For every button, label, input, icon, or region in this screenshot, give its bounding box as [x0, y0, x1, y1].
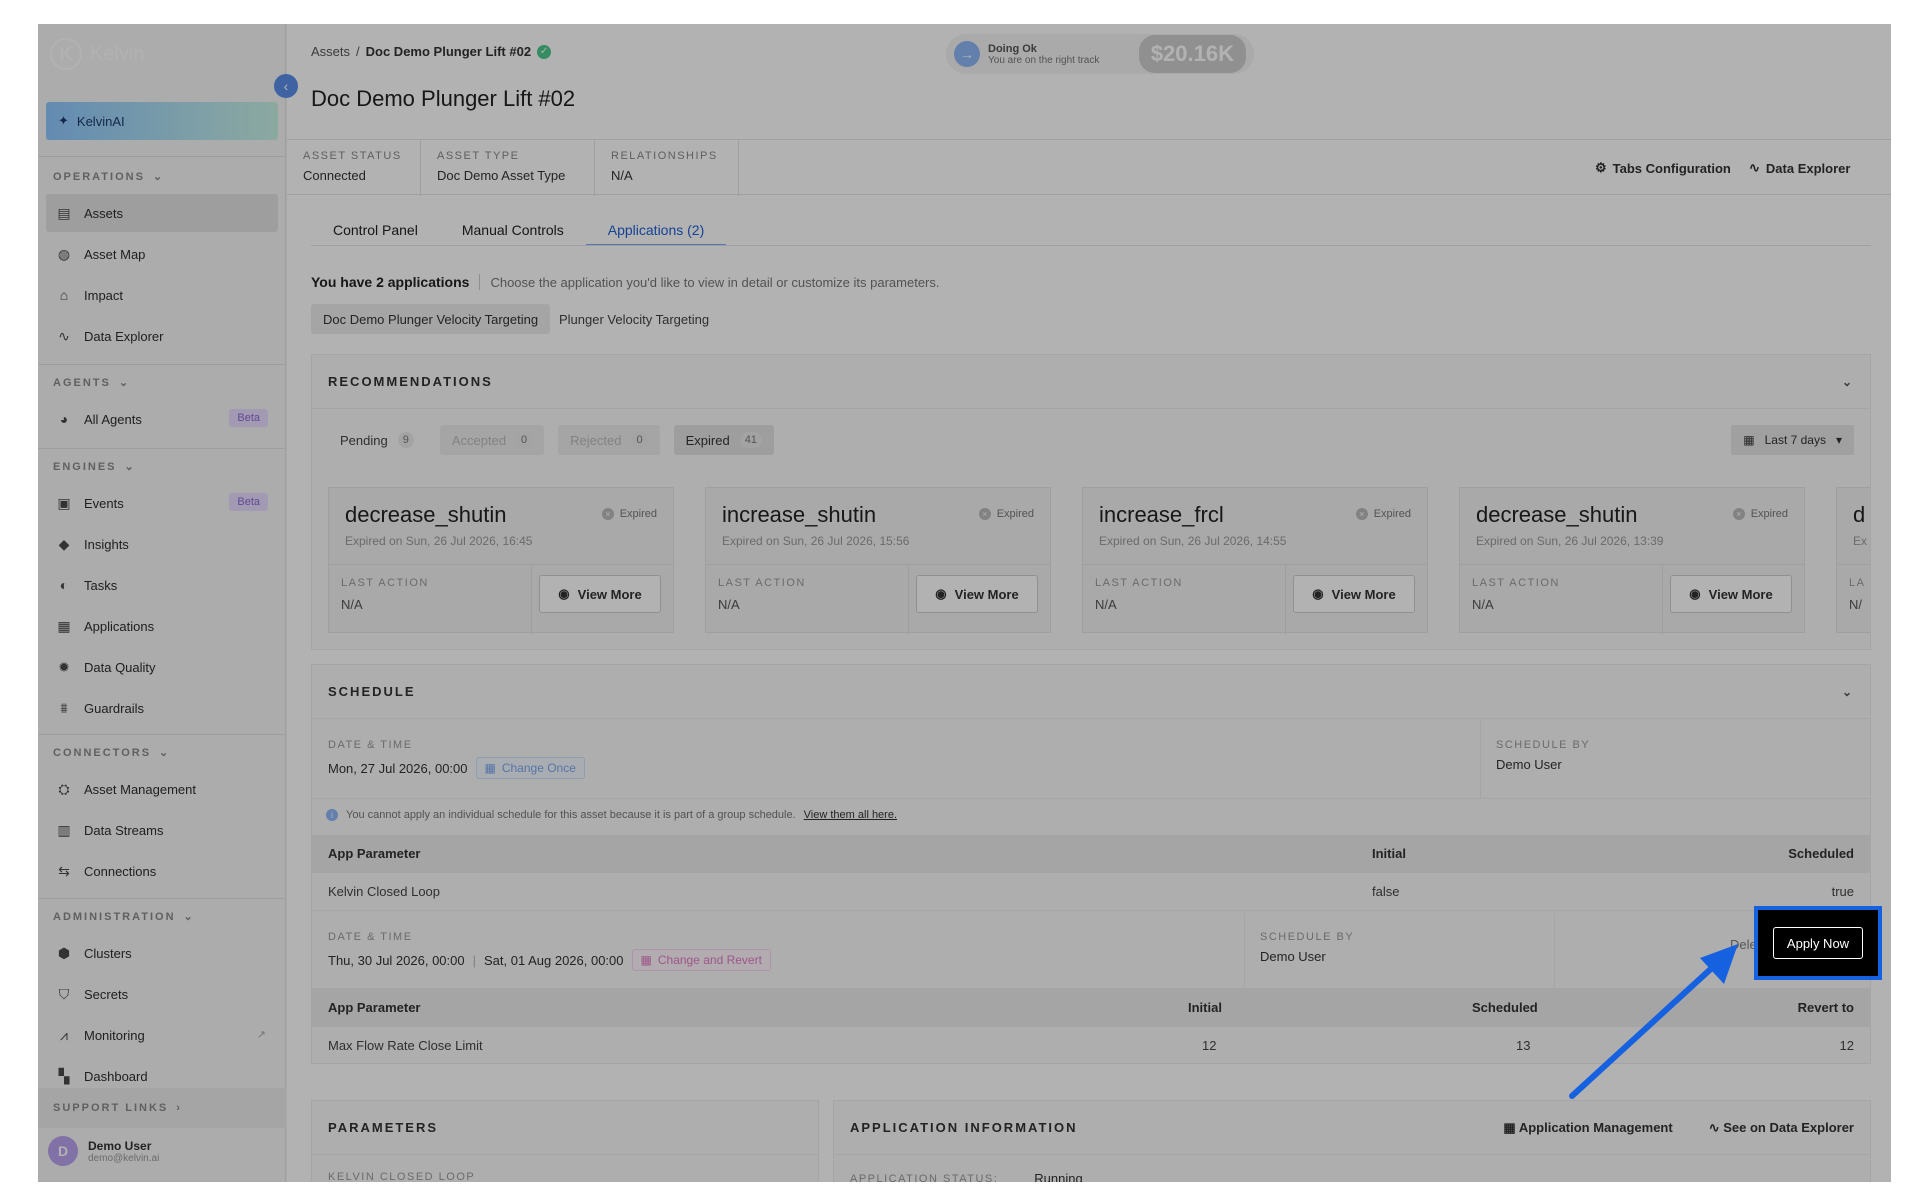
pointer-arrow	[1569, 944, 1738, 1099]
arrow-line	[1569, 963, 1717, 1099]
arrow-head	[1700, 944, 1738, 984]
